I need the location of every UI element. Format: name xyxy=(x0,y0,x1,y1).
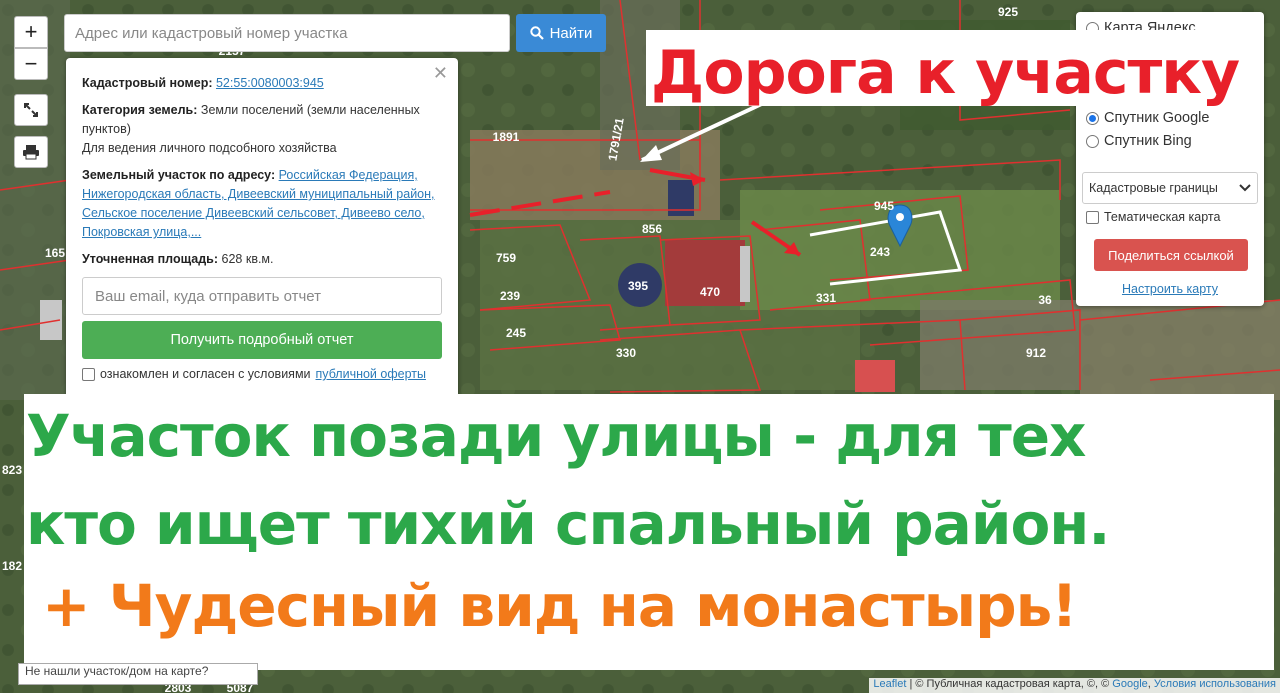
close-icon[interactable]: ✕ xyxy=(433,64,448,83)
print-icon xyxy=(23,145,39,160)
cadastral-link[interactable]: 52:55:0080003:945 xyxy=(216,76,324,90)
parcel-label: 239 xyxy=(500,289,520,303)
parcel-label: 330 xyxy=(616,346,636,360)
parcel-label: 470 xyxy=(700,285,720,299)
category-label: Категория земель: xyxy=(82,103,198,117)
setup-map-link[interactable]: Настроить карту xyxy=(1076,282,1264,296)
share-link-button[interactable]: Поделиться ссылкой xyxy=(1094,239,1248,271)
parcel-label: 945 xyxy=(874,199,894,213)
overlay-select[interactable]: Кадастровые границы xyxy=(1082,172,1258,204)
parcel-label: 856 xyxy=(642,222,662,236)
google-link[interactable]: Google xyxy=(1112,678,1147,690)
layer-bing[interactable]: Спутник Bing xyxy=(1086,133,1192,149)
parcel-label: 912 xyxy=(1026,346,1046,360)
promo-line-2: кто ищет тихий спальный район. xyxy=(26,490,1110,558)
attribution-text: | © Публичная кадастровая карта, ©, © xyxy=(909,678,1110,690)
parcel-label: 1891 xyxy=(493,130,520,144)
zoom-out-button[interactable]: − xyxy=(14,48,48,80)
cadastral-label: Кадастровый номер: xyxy=(82,76,213,90)
cadastral-row: Кадастровый номер: 52:55:0080003:945 xyxy=(82,74,442,93)
thematic-row[interactable]: Тематическая карта xyxy=(1086,210,1220,224)
print-button[interactable] xyxy=(14,136,48,168)
search-input[interactable]: Адрес или кадастровый номер участка xyxy=(64,14,510,52)
find-button[interactable]: Найти xyxy=(516,14,606,52)
category-row: Категория земель: Земли поселений (земли… xyxy=(82,101,442,158)
promo-line-1: Участок позади улицы - для тех xyxy=(26,402,1086,470)
area-value: 628 кв.м. xyxy=(221,252,274,266)
parcel-label: 165 xyxy=(45,246,65,260)
parcel-label: 243 xyxy=(870,245,890,259)
area-label: Уточненная площадь: xyxy=(82,252,219,266)
thematic-label: Тематическая карта xyxy=(1104,210,1221,224)
chevron-down-icon xyxy=(1239,184,1251,192)
parcel-label: 182 xyxy=(2,559,22,573)
layer-bing-label: Спутник Bing xyxy=(1104,133,1192,149)
address-row: Земельный участок по адресу: Российская … xyxy=(82,166,442,242)
parcel-label: 245 xyxy=(506,326,526,340)
usage-value: Для ведения личного подсобного хозяйства xyxy=(82,141,337,155)
radio-bing[interactable] xyxy=(1086,134,1099,148)
address-label: Земельный участок по адресу: xyxy=(82,168,276,182)
fullscreen-button[interactable] xyxy=(14,94,48,126)
get-report-button[interactable]: Получить подробный отчет xyxy=(82,321,442,359)
thematic-checkbox[interactable] xyxy=(1086,210,1099,224)
email-input[interactable]: Ваш email, куда отправить отчет xyxy=(82,277,442,315)
parcel-label: 331 xyxy=(816,291,836,305)
parcel-label: 36 xyxy=(1038,293,1052,307)
leaflet-link[interactable]: Leaflet xyxy=(873,678,906,690)
find-button-label: Найти xyxy=(549,24,593,42)
overlay-select-value: Кадастровые границы xyxy=(1089,181,1218,195)
offer-link[interactable]: публичной оферты xyxy=(316,365,426,384)
agree-row: ознакомлен и согласен с условиями публич… xyxy=(82,365,442,384)
promo-banner: Участок позади улицы - для тех кто ищет … xyxy=(24,394,1274,670)
road-title: Дорога к участку xyxy=(650,38,1240,108)
agree-checkbox[interactable] xyxy=(82,368,95,381)
parcel-info-panel: ✕ Кадастровый номер: 52:55:0080003:945 К… xyxy=(66,58,458,398)
terms-link[interactable]: Условия использования xyxy=(1154,678,1276,690)
road-title-box: Дорога к участку xyxy=(646,30,1244,108)
parcel-label: 823 xyxy=(2,463,22,477)
agree-text: ознакомлен и согласен с условиями xyxy=(100,367,311,381)
fullscreen-icon xyxy=(24,103,38,117)
parcel-label: 759 xyxy=(496,251,516,265)
parcel-label: 925 xyxy=(998,5,1018,19)
map-attribution: Leaflet | © Публичная кадастровая карта,… xyxy=(869,678,1280,693)
zoom-in-button[interactable]: + xyxy=(14,16,48,48)
parcel-label: 395 xyxy=(628,279,648,293)
search-icon xyxy=(529,26,544,40)
not-found-hint[interactable]: Не нашли участок/дом на карте? xyxy=(18,663,258,685)
area-row: Уточненная площадь: 628 кв.м. xyxy=(82,250,442,269)
promo-line-3: + Чудесный вид на монастырь! xyxy=(42,572,1078,640)
